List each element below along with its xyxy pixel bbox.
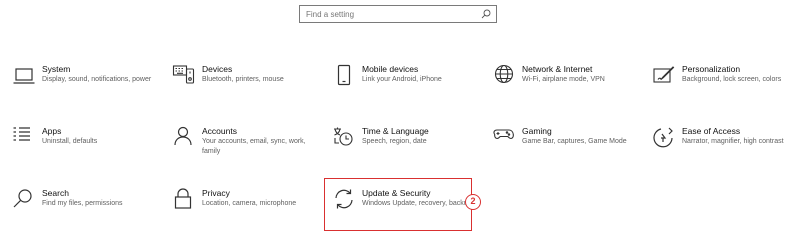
category-description: Location, camera, microphone: [202, 200, 297, 207]
category-ease-of-access[interactable]: Ease of Access Narrator, magnifier, high…: [652, 126, 800, 174]
category-description: Background, lock screen, colors: [682, 76, 782, 83]
keyboard-icon: [172, 64, 196, 88]
search-icon[interactable]: [481, 9, 491, 19]
category-title: Ease of Access: [682, 126, 741, 136]
category-title: Apps: [42, 126, 62, 136]
gamepad-icon: [492, 126, 516, 150]
ease-of-access-icon: [652, 126, 676, 150]
category-privacy[interactable]: Privacy Location, camera, microphone: [172, 188, 322, 236]
lock-icon: [172, 188, 196, 212]
laptop-icon: [12, 64, 36, 88]
search-input[interactable]: [300, 6, 476, 22]
category-description: Wi-Fi, airplane mode, VPN: [522, 76, 605, 83]
category-title: Devices: [202, 64, 233, 74]
category-description: Display, sound, notifications, power: [42, 76, 152, 83]
search-box[interactable]: [299, 5, 497, 23]
step-badge: 2: [465, 194, 481, 210]
search-icon: [12, 188, 36, 212]
category-title: Network & Internet: [522, 64, 593, 74]
category-title: Time & Language: [362, 126, 429, 136]
category-description: Your accounts, email, sync, work, family: [202, 138, 306, 155]
category-description: Link your Android, iPhone: [362, 76, 442, 83]
category-title: Accounts: [202, 126, 237, 136]
category-title: System: [42, 64, 71, 74]
category-description: Uninstall, defaults: [42, 138, 98, 145]
category-accounts[interactable]: Accounts Your accounts, email, sync, wor…: [172, 126, 322, 174]
category-title: Search: [42, 188, 69, 198]
category-time-language[interactable]: Time & Language Speech, region, date: [332, 126, 482, 174]
category-title: Privacy: [202, 188, 230, 198]
category-description: Find my files, permissions: [42, 200, 123, 207]
category-personalization[interactable]: Personalization Background, lock screen,…: [652, 64, 800, 112]
category-mobile-devices[interactable]: Mobile devices Link your Android, iPhone: [332, 64, 482, 112]
category-apps[interactable]: Apps Uninstall, defaults: [12, 126, 162, 174]
phone-icon: [332, 64, 356, 88]
category-description: Narrator, magnifier, high contrast: [682, 138, 784, 145]
category-title: Gaming: [522, 126, 552, 136]
category-description: Game Bar, captures, Game Mode: [522, 138, 627, 145]
apps-list-icon: [12, 126, 36, 150]
paint-brush-icon: [652, 64, 676, 88]
category-title: Mobile devices: [362, 64, 419, 74]
category-network-internet[interactable]: Network & Internet Wi-Fi, airplane mode,…: [492, 64, 642, 112]
highlight-box: [324, 178, 472, 231]
category-description: Speech, region, date: [362, 138, 427, 145]
category-gaming[interactable]: Gaming Game Bar, captures, Game Mode: [492, 126, 642, 174]
globe-icon: [492, 64, 516, 88]
person-icon: [172, 126, 196, 150]
category-devices[interactable]: Devices Bluetooth, printers, mouse: [172, 64, 322, 112]
category-system[interactable]: System Display, sound, notifications, po…: [12, 64, 162, 112]
category-search[interactable]: Search Find my files, permissions: [12, 188, 162, 236]
category-title: Personalization: [682, 64, 741, 74]
time-language-icon: [332, 126, 356, 150]
category-description: Bluetooth, printers, mouse: [202, 76, 284, 83]
